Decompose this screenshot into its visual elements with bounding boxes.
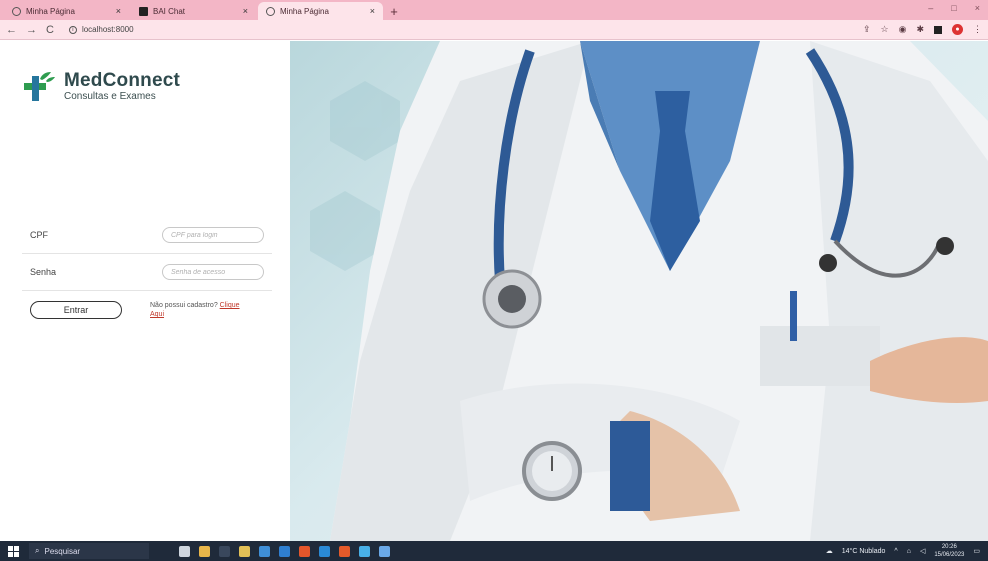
share-icon[interactable]: ⇪ bbox=[863, 24, 871, 35]
brand-name: MedConnect bbox=[64, 70, 180, 91]
minimize-button[interactable]: – bbox=[928, 3, 933, 13]
url-text: localhost:8000 bbox=[81, 25, 134, 34]
system-tray: ☁ 14°C Nublado ^ ⌂ ◁ 20:26 15/06/2023 ▭ bbox=[826, 543, 980, 559]
signup-prompt: Não possui cadastro? Clique Aqui bbox=[150, 301, 250, 319]
clock[interactable]: 20:26 15/06/2023 bbox=[934, 543, 964, 559]
taskbar: ⌕ Pesquisar ☁ 14°C Nublado ^ ⌂ ◁ 20:26 1… bbox=[0, 541, 988, 561]
toolbar-actions: ⇪ ☆ ◉ ✱ ● ⋮ bbox=[863, 24, 982, 35]
forward-arrow-icon[interactable]: → bbox=[26, 24, 37, 36]
login-panel: MedConnect Consultas e Exames CPF Senha … bbox=[0, 41, 290, 541]
enter-button[interactable]: Entrar bbox=[30, 301, 122, 319]
sidebar-icon[interactable] bbox=[934, 25, 942, 34]
signup-text: Não possui cadastro? bbox=[150, 302, 220, 309]
task-view-icon[interactable] bbox=[219, 545, 230, 557]
browser-tab-1[interactable]: Minha Página × bbox=[4, 2, 129, 20]
reload-icon[interactable]: C bbox=[46, 24, 54, 36]
close-window-button[interactable]: × bbox=[975, 3, 980, 13]
tab-title: Minha Página bbox=[280, 6, 329, 16]
window-controls: – □ × bbox=[928, 3, 980, 13]
browser-tab-3[interactable]: Minha Página × bbox=[258, 2, 383, 20]
tab-close-icon[interactable]: × bbox=[243, 6, 248, 16]
date-text: 15/06/2023 bbox=[934, 552, 965, 558]
search-icon: ⌕ bbox=[35, 546, 40, 555]
widget-icon[interactable] bbox=[199, 545, 210, 557]
tab-close-icon[interactable]: × bbox=[370, 6, 375, 16]
profile-avatar-icon[interactable]: ● bbox=[952, 24, 963, 35]
tab-title: Minha Página bbox=[26, 6, 75, 16]
brand-tagline: Consultas e Exames bbox=[64, 91, 156, 102]
tab-title: BAI Chat bbox=[153, 6, 186, 16]
medconnect-logo-icon bbox=[24, 72, 55, 101]
weather-text[interactable]: 14°C Nublado bbox=[842, 548, 886, 555]
app-icon-2[interactable] bbox=[379, 545, 390, 557]
notification-icon[interactable]: ▭ bbox=[973, 547, 980, 555]
globe-icon bbox=[266, 6, 275, 16]
mail-icon[interactable] bbox=[279, 545, 290, 557]
browser-toolbar: ← → C i localhost:8000 ⇪ ☆ ◉ ✱ ● ⋮ bbox=[0, 20, 988, 40]
volume-icon[interactable]: ◁ bbox=[920, 547, 925, 555]
doctor-illustration bbox=[310, 41, 988, 541]
pinned-apps bbox=[179, 545, 390, 557]
info-icon[interactable]: i bbox=[68, 25, 77, 34]
password-label: Senha bbox=[30, 267, 57, 277]
logo: MedConnect Consultas e Exames bbox=[24, 71, 180, 102]
new-tab-button[interactable]: + bbox=[385, 2, 403, 20]
chrome-icon[interactable] bbox=[299, 545, 310, 557]
page: MedConnect Consultas e Exames CPF Senha … bbox=[0, 41, 988, 541]
globe-icon bbox=[12, 6, 21, 16]
vscode-icon[interactable] bbox=[319, 545, 330, 557]
cpf-input[interactable] bbox=[162, 227, 264, 243]
chat-app-icon bbox=[139, 6, 148, 16]
chrome-alt-icon[interactable] bbox=[339, 545, 350, 557]
menu-dots-icon[interactable]: ⋮ bbox=[973, 24, 982, 35]
maximize-button[interactable]: □ bbox=[951, 3, 956, 13]
form-actions: Entrar Não possui cadastro? Clique Aqui bbox=[22, 291, 272, 319]
windows-start-icon[interactable] bbox=[8, 545, 19, 557]
browser-tab-strip: Minha Página × BAI Chat × Minha Página ×… bbox=[0, 0, 988, 20]
taskbar-search[interactable]: ⌕ Pesquisar bbox=[29, 543, 149, 559]
search-placeholder: Pesquisar bbox=[44, 546, 81, 556]
hero-image bbox=[290, 41, 988, 541]
extension-icon[interactable]: ◉ bbox=[899, 24, 907, 35]
puzzle-icon[interactable]: ✱ bbox=[916, 24, 924, 35]
file-explorer-icon[interactable] bbox=[239, 545, 250, 557]
logo-text: MedConnect Consultas e Exames bbox=[64, 70, 180, 103]
password-row: Senha bbox=[22, 254, 272, 291]
cortana-icon[interactable] bbox=[179, 545, 190, 557]
app-icon[interactable] bbox=[359, 545, 370, 557]
password-input[interactable] bbox=[162, 264, 264, 280]
store-icon[interactable] bbox=[259, 545, 270, 557]
time-text: 20:26 bbox=[941, 544, 957, 550]
address-bar[interactable]: i localhost:8000 bbox=[63, 23, 140, 37]
chevron-up-icon[interactable]: ^ bbox=[894, 548, 897, 555]
star-icon[interactable]: ☆ bbox=[881, 24, 889, 35]
network-icon[interactable]: ⌂ bbox=[907, 548, 911, 555]
tab-close-icon[interactable]: × bbox=[116, 6, 121, 16]
cpf-row: CPF bbox=[22, 217, 272, 254]
browser-tab-2[interactable]: BAI Chat × bbox=[131, 2, 256, 20]
cpf-label: CPF bbox=[30, 230, 48, 240]
back-arrow-icon[interactable]: ← bbox=[6, 24, 17, 36]
login-form: CPF Senha Entrar Não possui cadastro? Cl… bbox=[22, 217, 272, 319]
cloud-icon: ☁ bbox=[825, 548, 833, 555]
